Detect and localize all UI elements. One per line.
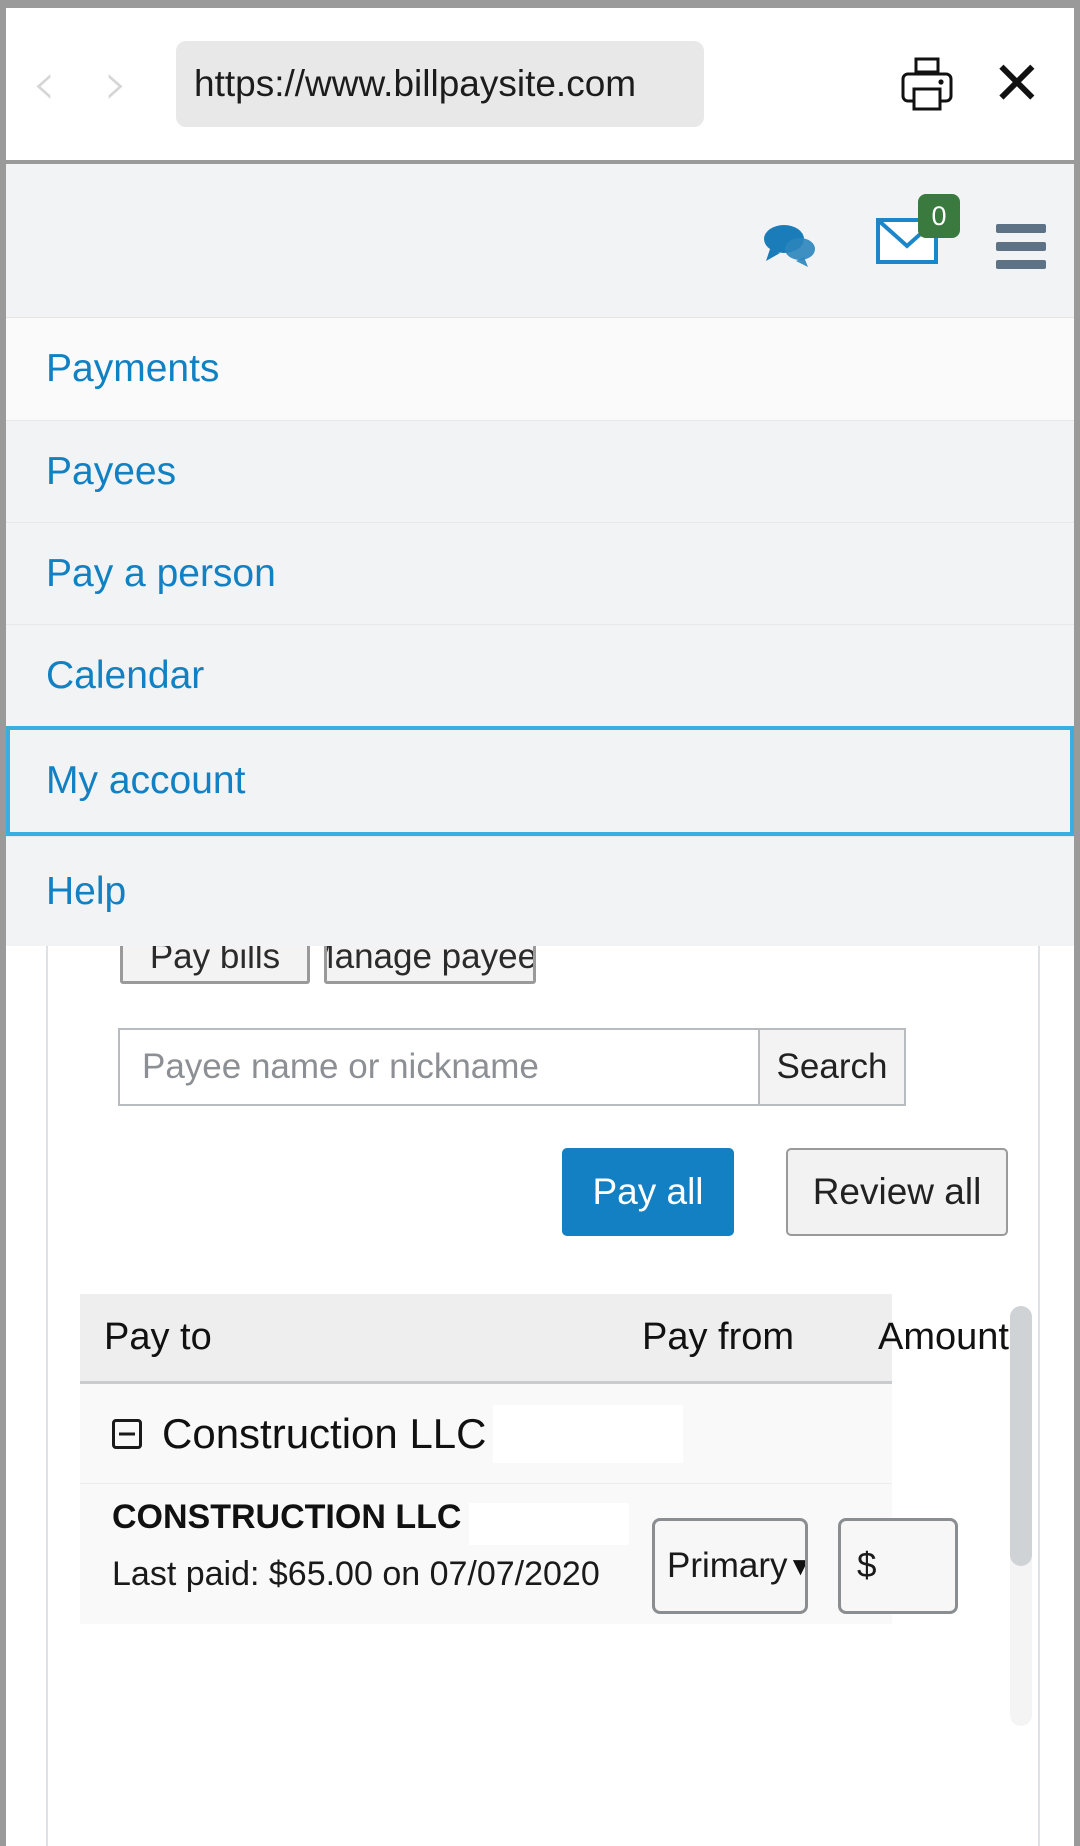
nav-item-label: Pay a person [46, 551, 276, 595]
url-text: https://www.billpaysite.com [194, 63, 637, 104]
amount-input[interactable]: $ [838, 1518, 958, 1614]
nav-item-my-account[interactable]: My account [6, 726, 1074, 836]
tab-manage-payees[interactable]: Manage payees [324, 946, 536, 984]
bulk-action-row: Pay all Review all [562, 1148, 1008, 1236]
nav-item-label: Payees [46, 449, 177, 493]
tab-label: Pay bills [149, 946, 281, 976]
mail-count-badge: 0 [918, 194, 960, 238]
pay-from-select[interactable]: Primary ▼ [652, 1518, 808, 1614]
review-all-button[interactable]: Review all [786, 1148, 1008, 1236]
browser-toolbar: ‹ › https://www.billpaysite.com ✕ [6, 8, 1074, 164]
payee-group-header[interactable]: Construction LLC [80, 1384, 892, 1484]
table-scrollbar-thumb[interactable] [1010, 1306, 1032, 1566]
redaction-block [492, 1404, 683, 1463]
chevron-left-icon[interactable]: ‹ [32, 54, 56, 114]
redaction-block [469, 1502, 630, 1545]
main-nav-menu: Payments Payees Pay a person Calendar My… [6, 318, 1074, 946]
amount-value: $ [857, 1546, 877, 1585]
nav-item-label: My account [46, 759, 246, 802]
minus-square-icon[interactable] [112, 1418, 142, 1449]
printer-icon[interactable] [900, 56, 954, 112]
url-bar[interactable]: https://www.billpaysite.com [176, 41, 704, 127]
search-input[interactable] [118, 1028, 758, 1106]
tab-bar: Pay bills Manage payees [120, 946, 536, 984]
review-all-label: Review all [812, 1171, 982, 1212]
nav-item-payments[interactable]: Payments [6, 318, 1074, 420]
chat-bubbles-icon[interactable] [760, 219, 818, 269]
nav-item-help[interactable]: Help [6, 836, 1074, 946]
tab-label: Manage payees [327, 946, 536, 976]
nav-item-calendar[interactable]: Calendar [6, 624, 1074, 726]
content-frame: Pay bills Manage payees Search Pay all [46, 946, 1040, 1846]
chevron-right-icon[interactable]: › [104, 54, 128, 114]
search-button-label: Search [776, 1047, 888, 1086]
browser-actions: ✕ [900, 54, 1074, 114]
close-icon[interactable]: ✕ [992, 54, 1042, 114]
hamburger-menu-icon[interactable] [996, 224, 1046, 269]
column-header-pay-from: Pay from [642, 1316, 795, 1358]
table-row: CONSTRUCTION LLC Last paid: $65.00 on 07… [80, 1484, 958, 1624]
nav-item-payees[interactable]: Payees [6, 420, 1074, 522]
payee-name: CONSTRUCTION LLC [112, 1498, 462, 1536]
table-scrollbar-track[interactable] [1010, 1306, 1032, 1726]
nav-item-label: Calendar [46, 653, 205, 697]
nav-item-label: Help [46, 869, 127, 913]
search-button[interactable]: Search [758, 1028, 906, 1106]
tab-pay-bills[interactable]: Pay bills [120, 946, 310, 984]
page-content: Pay bills Manage payees Search Pay all [6, 946, 1074, 1846]
table-header-row: Pay to Pay from Amount [80, 1294, 1009, 1384]
site-utility-bar: 0 [6, 164, 1074, 318]
browser-window: ‹ › https://www.billpaysite.com ✕ 0 Paym… [0, 0, 1080, 1846]
nav-item-label: Payments [46, 347, 220, 390]
envelope-icon[interactable]: 0 [876, 194, 960, 269]
pay-all-label: Pay all [592, 1171, 704, 1212]
payees-table: Pay to Pay from Amount Construction LLC … [80, 1294, 1009, 1624]
column-header-pay-to: Pay to [104, 1316, 212, 1358]
pay-all-button[interactable]: Pay all [562, 1148, 734, 1236]
nav-item-pay-a-person[interactable]: Pay a person [6, 522, 1074, 624]
column-header-amount: Amount [878, 1316, 1009, 1358]
pay-from-value: Primary [667, 1546, 788, 1585]
payee-search-row: Search [118, 1028, 906, 1106]
chevron-down-icon: ▼ [788, 1551, 805, 1582]
payee-group-name: Construction LLC [162, 1409, 487, 1457]
